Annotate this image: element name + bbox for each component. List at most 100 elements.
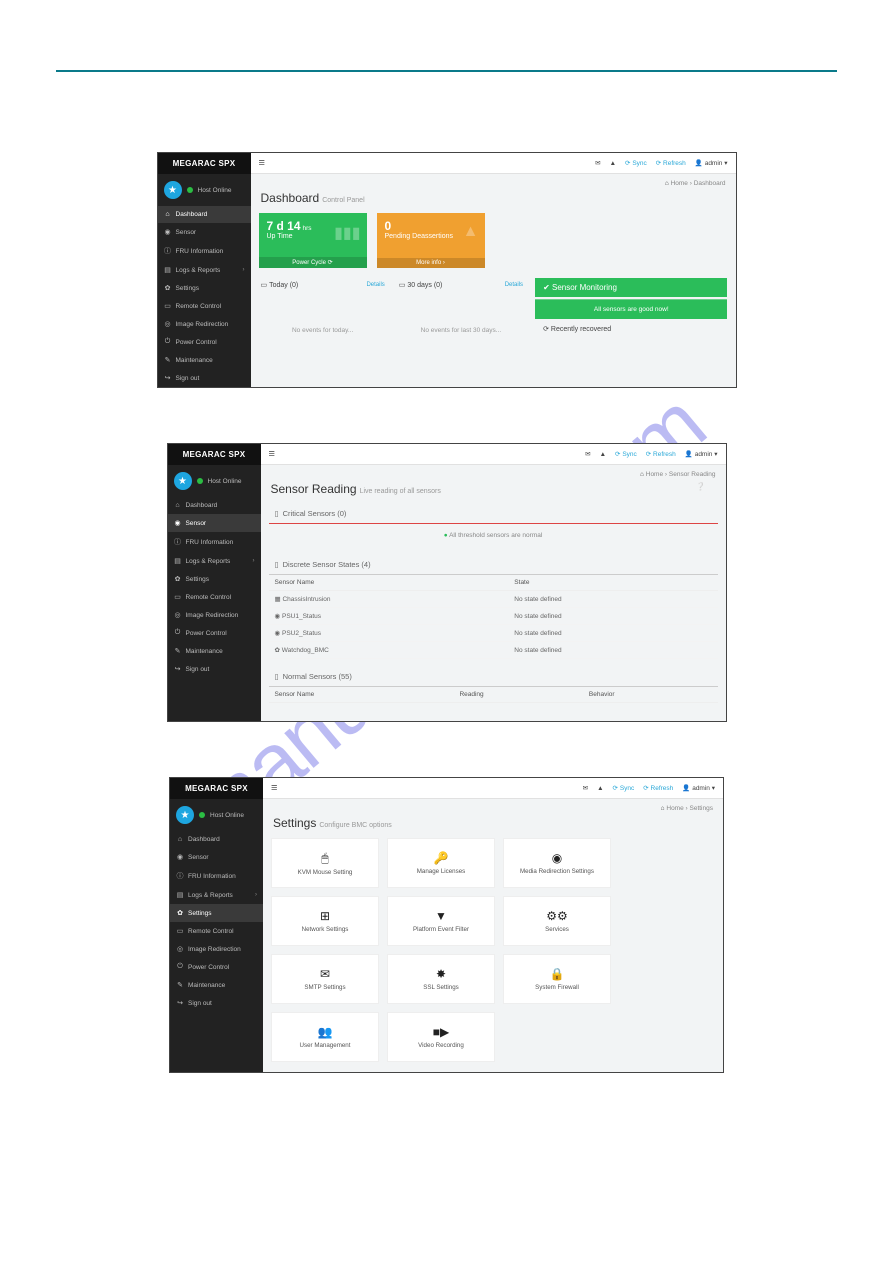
nav-settings[interactable]: ✿Settings (158, 279, 251, 297)
card-firewall[interactable]: 🔒System Firewall (503, 954, 611, 1004)
sensor-icon: ◉ (275, 630, 281, 637)
user-menu[interactable]: 👤 admin ▾ (682, 784, 715, 792)
nav-settings[interactable]: ✿Settings (168, 570, 261, 588)
bars-icon: ▮▮▮ (334, 223, 360, 243)
nav-fru[interactable]: ⓘFRU Information (168, 532, 261, 552)
nav-logs[interactable]: ▤Logs & Reports› (158, 261, 251, 279)
uptime-tile[interactable]: 7 d 14hrs Up Time ▮▮▮ Power Cycle ⟳ (259, 213, 367, 268)
screenshot-settings: MEGARAC SPX ★ Host Online ⌂Dashboard ◉Se… (169, 777, 724, 1073)
pending-tile[interactable]: 0 Pending Deassertions ▲ More info › (377, 213, 485, 268)
user-menu[interactable]: 👤 admin ▾ (685, 450, 718, 458)
normal-sensors-header[interactable]: ▯Normal Sensors (55) (269, 667, 718, 687)
alert-icon[interactable]: ▲ (600, 451, 606, 458)
calendar-icon: ▭ (399, 281, 406, 289)
sync-button[interactable]: ⟳ Sync (615, 450, 637, 458)
status-dot-icon (187, 187, 193, 193)
nav-dashboard[interactable]: ⌂Dashboard (170, 831, 263, 848)
calendar-icon: ▭ (261, 281, 268, 289)
hamburger-icon[interactable]: ≡ (269, 448, 275, 460)
mail-icon[interactable]: ✉ (585, 450, 590, 458)
sensor-icon: ✿ (275, 647, 280, 654)
filter-icon: ▼ (435, 909, 447, 923)
nav-remote[interactable]: ▭Remote Control (170, 922, 263, 940)
signout-icon: ↪ (164, 374, 172, 382)
user-menu[interactable]: 👤 admin ▾ (695, 159, 728, 167)
refresh-button[interactable]: ⟳ Refresh (656, 159, 686, 167)
alert-icon[interactable]: ▲ (597, 785, 603, 792)
card-licenses[interactable]: 🔑Manage Licenses (387, 838, 495, 888)
card-users[interactable]: 👥User Management (271, 1012, 379, 1062)
star-icon: ★ (164, 181, 182, 199)
card-kvm-mouse[interactable]: 🖱KVM Mouse Setting (271, 838, 379, 888)
nav-maintenance[interactable]: ✎Maintenance (170, 976, 263, 994)
nav-fru[interactable]: ⓘFRU Information (158, 241, 251, 261)
nav-maintenance[interactable]: ✎Maintenance (168, 642, 261, 660)
nav-power[interactable]: ⏻Power Control (170, 958, 263, 976)
nav-logs[interactable]: ▤Logs & Reports› (168, 552, 261, 570)
app-logo: MEGARAC SPX (158, 153, 251, 174)
card-pef[interactable]: ▼Platform Event Filter (387, 896, 495, 946)
mail-icon[interactable]: ✉ (583, 784, 588, 792)
screenshot-dashboard: MEGARAC SPX ★ Host Online ⌂Dashboard ◉Se… (157, 152, 737, 388)
nav-dashboard[interactable]: ⌂Dashboard (158, 206, 251, 223)
lock-icon: 🔒 (550, 967, 565, 981)
nav-remote[interactable]: ▭Remote Control (158, 297, 251, 315)
table-row[interactable]: ◉ PSU2_StatusNo state defined (269, 625, 718, 642)
page-title: Dashboard (261, 191, 320, 205)
nav-signout[interactable]: ↪Sign out (170, 994, 263, 1012)
table-row[interactable]: ◉ PSU1_StatusNo state defined (269, 608, 718, 625)
table-row[interactable]: ▦ ChassisIntrusionNo state defined (269, 591, 718, 608)
card-ssl[interactable]: ✸SSL Settings (387, 954, 495, 1004)
table-row[interactable]: ✿ Watchdog_BMCNo state defined (269, 642, 718, 659)
nav-settings[interactable]: ✿Settings (170, 904, 263, 922)
chart-icon: ▤ (164, 266, 172, 274)
refresh-button[interactable]: ⟳ Refresh (643, 784, 673, 792)
card-smtp[interactable]: ✉SMTP Settings (271, 954, 379, 1004)
card-video[interactable]: ■▶Video Recording (387, 1012, 495, 1062)
sync-button[interactable]: ⟳ Sync (625, 159, 647, 167)
details-link[interactable]: Details (505, 282, 523, 288)
nav-sensor[interactable]: ◉Sensor (168, 514, 261, 532)
refresh-button[interactable]: ⟳ Refresh (646, 450, 676, 458)
nav-fru[interactable]: ⓘFRU Information (170, 866, 263, 886)
alert-icon[interactable]: ▲ (610, 160, 616, 167)
nav-image[interactable]: ◎Image Redirection (170, 940, 263, 958)
star-icon: ★ (176, 806, 194, 824)
star-icon: ★ (174, 472, 192, 490)
mail-icon: ✉ (320, 967, 330, 981)
hamburger-icon[interactable]: ≡ (259, 157, 265, 169)
host-status: ★ Host Online (170, 799, 263, 831)
power-icon: ⏻ (164, 338, 172, 346)
nav-power[interactable]: ⏻Power Control (168, 624, 261, 642)
nav-logs[interactable]: ▤Logs & Reports› (170, 886, 263, 904)
details-link[interactable]: Details (366, 282, 384, 288)
hamburger-icon[interactable]: ≡ (271, 782, 277, 794)
breadcrumb: ⌂ Home › Settings (263, 799, 723, 812)
nav-dashboard[interactable]: ⌂Dashboard (168, 497, 261, 514)
sidebar: MEGARAC SPX ★ Host Online ⌂Dashboard ◉Se… (170, 778, 263, 1072)
nav-power[interactable]: ⏻Power Control (158, 333, 251, 351)
nav-image[interactable]: ◎Image Redirection (158, 315, 251, 333)
host-status: ★ Host Online (168, 465, 261, 497)
mail-icon[interactable]: ✉ (595, 159, 600, 167)
nav-signout[interactable]: ↪Sign out (158, 369, 251, 387)
nav-sensor[interactable]: ◉Sensor (170, 848, 263, 866)
nav-remote[interactable]: ▭Remote Control (168, 588, 261, 606)
sidebar: MEGARAC SPX ★ Host Online ⌂Dashboard ◉Se… (168, 444, 261, 721)
sync-button[interactable]: ⟳ Sync (613, 784, 635, 792)
card-services[interactable]: ⚙⚙Services (503, 896, 611, 946)
discrete-sensors-header[interactable]: ▯Discrete Sensor States (4) (269, 555, 718, 575)
check-icon: ✔ (543, 283, 550, 292)
critical-sensors-header[interactable]: ▯Critical Sensors (0) (269, 504, 718, 524)
nav-signout[interactable]: ↪Sign out (168, 660, 261, 678)
card-network[interactable]: ⊞Network Settings (271, 896, 379, 946)
card-media-redir[interactable]: ◉Media Redirection Settings (503, 838, 611, 888)
normal-table: Sensor NameReadingBehavior (269, 687, 718, 703)
nav-image[interactable]: ◎Image Redirection (168, 606, 261, 624)
today-panel: ▭ Today (0)Details No events for today..… (259, 278, 387, 364)
status-dot-icon (199, 812, 205, 818)
nav-maintenance[interactable]: ✎Maintenance (158, 351, 251, 369)
help-icon[interactable]: ❔ (696, 482, 716, 491)
pin-icon: ▲ (463, 223, 479, 241)
nav-sensor[interactable]: ◉Sensor (158, 223, 251, 241)
